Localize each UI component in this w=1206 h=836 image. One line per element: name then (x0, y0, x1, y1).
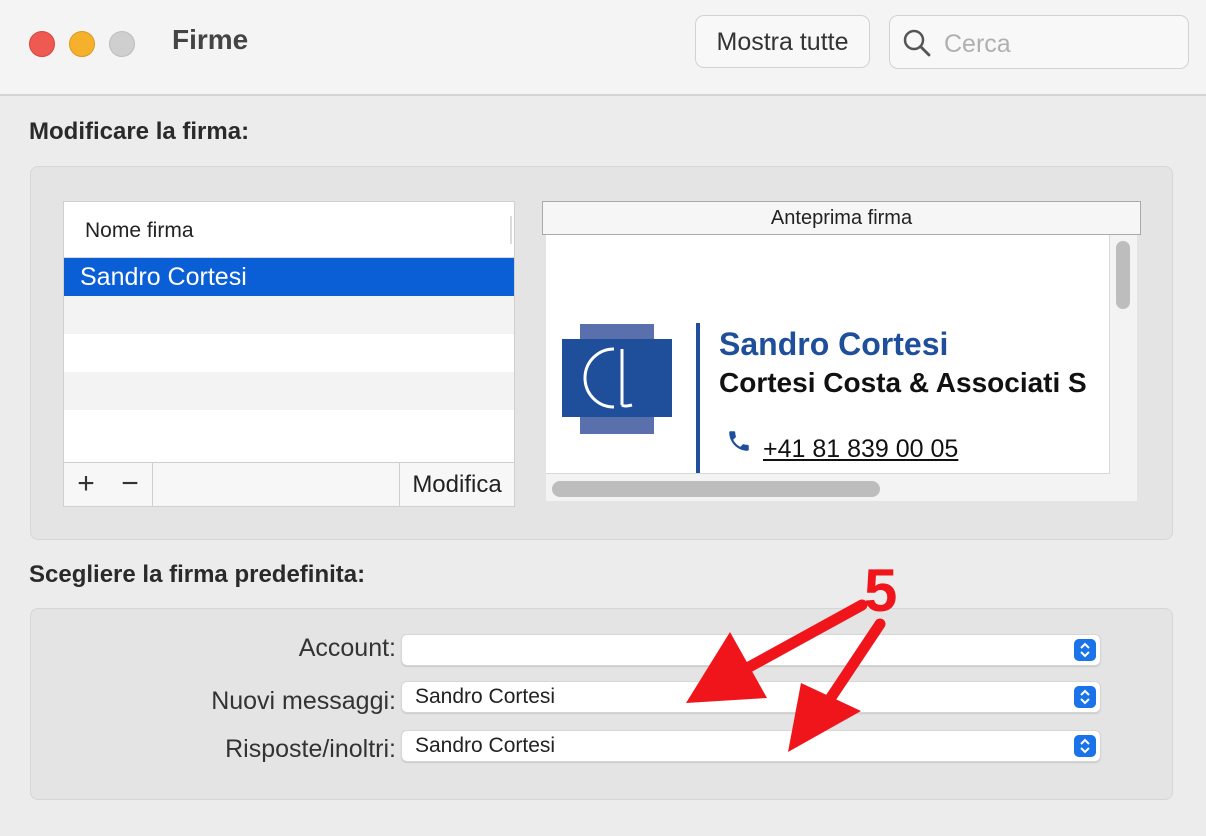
edit-section-heading: Modificare la firma: (29, 118, 250, 145)
preview-vertical-scrollbar[interactable] (1116, 241, 1130, 309)
signature-row-selected[interactable]: Sandro Cortesi (64, 258, 514, 296)
signature-list[interactable]: Nome firma Sandro Cortesi + − Modifica (63, 201, 515, 507)
search-field[interactable] (889, 15, 1189, 69)
close-window-button[interactable] (29, 31, 55, 57)
edit-signature-button[interactable]: Modifica (399, 463, 514, 506)
new-messages-select-value: Sandro Cortesi (415, 685, 556, 708)
signature-list-header[interactable]: Nome firma (64, 202, 514, 258)
window-title: Firme (172, 24, 249, 55)
column-header-name: Nome firma (85, 219, 194, 242)
signature-list-toolbar: + − Modifica (64, 462, 514, 506)
account-label: Account: (298, 634, 396, 662)
new-messages-label: Nuovi messaggi: (211, 687, 396, 715)
new-messages-select[interactable]: Sandro Cortesi (401, 681, 1101, 713)
preview-document: Sandro Cortesi Cortesi Costa & Associati… (546, 235, 1110, 474)
empty-row (64, 410, 514, 448)
phone-icon (729, 431, 749, 451)
signature-preview[interactable]: Sandro Cortesi Cortesi Costa & Associati… (546, 235, 1137, 501)
title-bar: Firme Mostra tutte (0, 0, 1206, 96)
preview-company: Cortesi Costa & Associati S (719, 367, 1087, 398)
company-logo-icon (583, 347, 633, 409)
chevron-up-down-icon (1074, 686, 1096, 708)
preview-header: Anteprima firma (542, 201, 1141, 235)
show-all-button[interactable]: Mostra tutte (695, 15, 870, 68)
zoom-window-button[interactable] (109, 31, 135, 57)
chevron-up-down-icon (1074, 735, 1096, 757)
default-section-heading: Scegliere la firma predefinita: (29, 561, 366, 588)
replies-select[interactable]: Sandro Cortesi (401, 730, 1101, 762)
search-input[interactable] (942, 26, 1176, 62)
preview-phone-link[interactable]: +41 81 839 00 05 (763, 435, 958, 464)
empty-row (64, 334, 514, 372)
empty-row (64, 372, 514, 410)
empty-row (64, 296, 514, 334)
search-icon (903, 29, 931, 57)
replies-select-value: Sandro Cortesi (415, 734, 556, 757)
chevron-up-down-icon (1074, 639, 1096, 661)
preview-horizontal-scrollbar[interactable] (552, 481, 880, 497)
column-divider (510, 216, 512, 244)
preview-name: Sandro Cortesi (719, 326, 949, 362)
account-select[interactable] (401, 634, 1101, 666)
annotation-step-number: 5 (864, 557, 898, 624)
remove-signature-button[interactable]: − (108, 463, 153, 506)
replies-label: Risposte/inoltri: (225, 735, 396, 763)
minimize-window-button[interactable] (69, 31, 95, 57)
signature-divider-line (696, 323, 700, 473)
signature-row-label: Sandro Cortesi (80, 263, 247, 291)
add-signature-button[interactable]: + (64, 463, 109, 506)
